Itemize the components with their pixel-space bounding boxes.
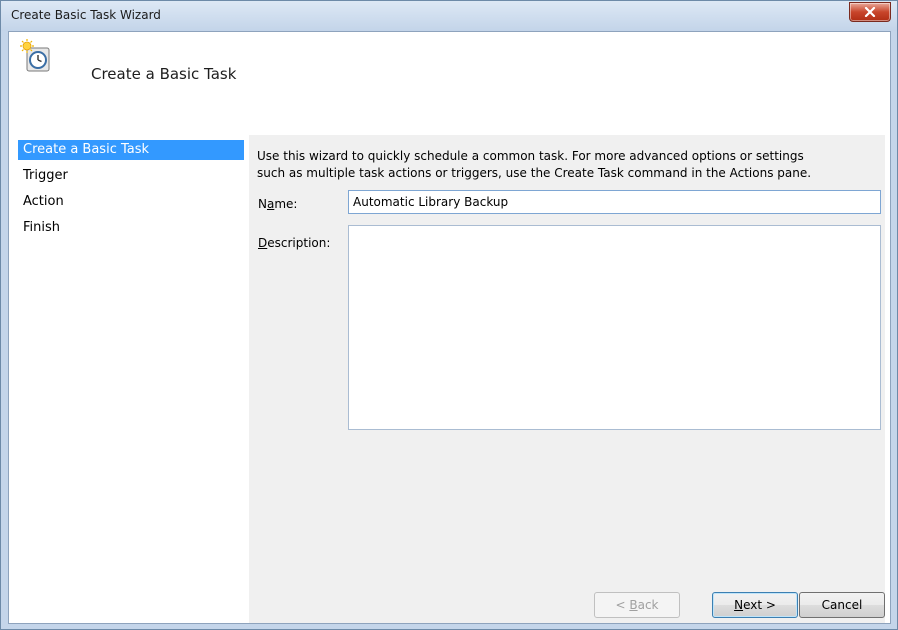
close-icon <box>864 7 876 17</box>
wizard-content-pane: Use this wizard to quickly schedule a co… <box>249 135 885 590</box>
description-input[interactable] <box>348 225 881 430</box>
name-label: Name: <box>258 197 298 211</box>
next-button[interactable]: Next > <box>712 592 798 618</box>
instructions-line-2: such as multiple task actions or trigger… <box>257 166 812 180</box>
wizard-window: Create Basic Task Wizard Create a Basic … <box>0 0 898 630</box>
name-input[interactable] <box>348 190 881 214</box>
task-scheduler-clock-icon <box>20 39 50 72</box>
wizard-instructions: Use this wizard to quickly schedule a co… <box>257 148 887 182</box>
step-action[interactable]: Action <box>18 192 244 212</box>
step-create-basic-task[interactable]: Create a Basic Task <box>18 140 244 160</box>
wizard-header: Create a Basic Task <box>9 32 890 132</box>
step-trigger[interactable]: Trigger <box>18 166 244 186</box>
cancel-button[interactable]: Cancel <box>799 592 885 618</box>
wizard-steps-list: Create a Basic Task Trigger Action Finis… <box>18 140 244 620</box>
wizard-client-area: Create a Basic Task Create a Basic Task … <box>8 31 891 624</box>
window-title: Create Basic Task Wizard <box>11 8 161 22</box>
wizard-button-bar: < Back Next > Cancel <box>249 590 885 623</box>
step-finish[interactable]: Finish <box>18 218 244 238</box>
close-button[interactable] <box>849 2 891 22</box>
back-button[interactable]: < Back <box>594 592 680 618</box>
instructions-line-1: Use this wizard to quickly schedule a co… <box>257 149 804 163</box>
wizard-page-title: Create a Basic Task <box>91 65 237 83</box>
description-label: Description: <box>258 236 331 250</box>
title-bar[interactable]: Create Basic Task Wizard <box>1 1 897 31</box>
